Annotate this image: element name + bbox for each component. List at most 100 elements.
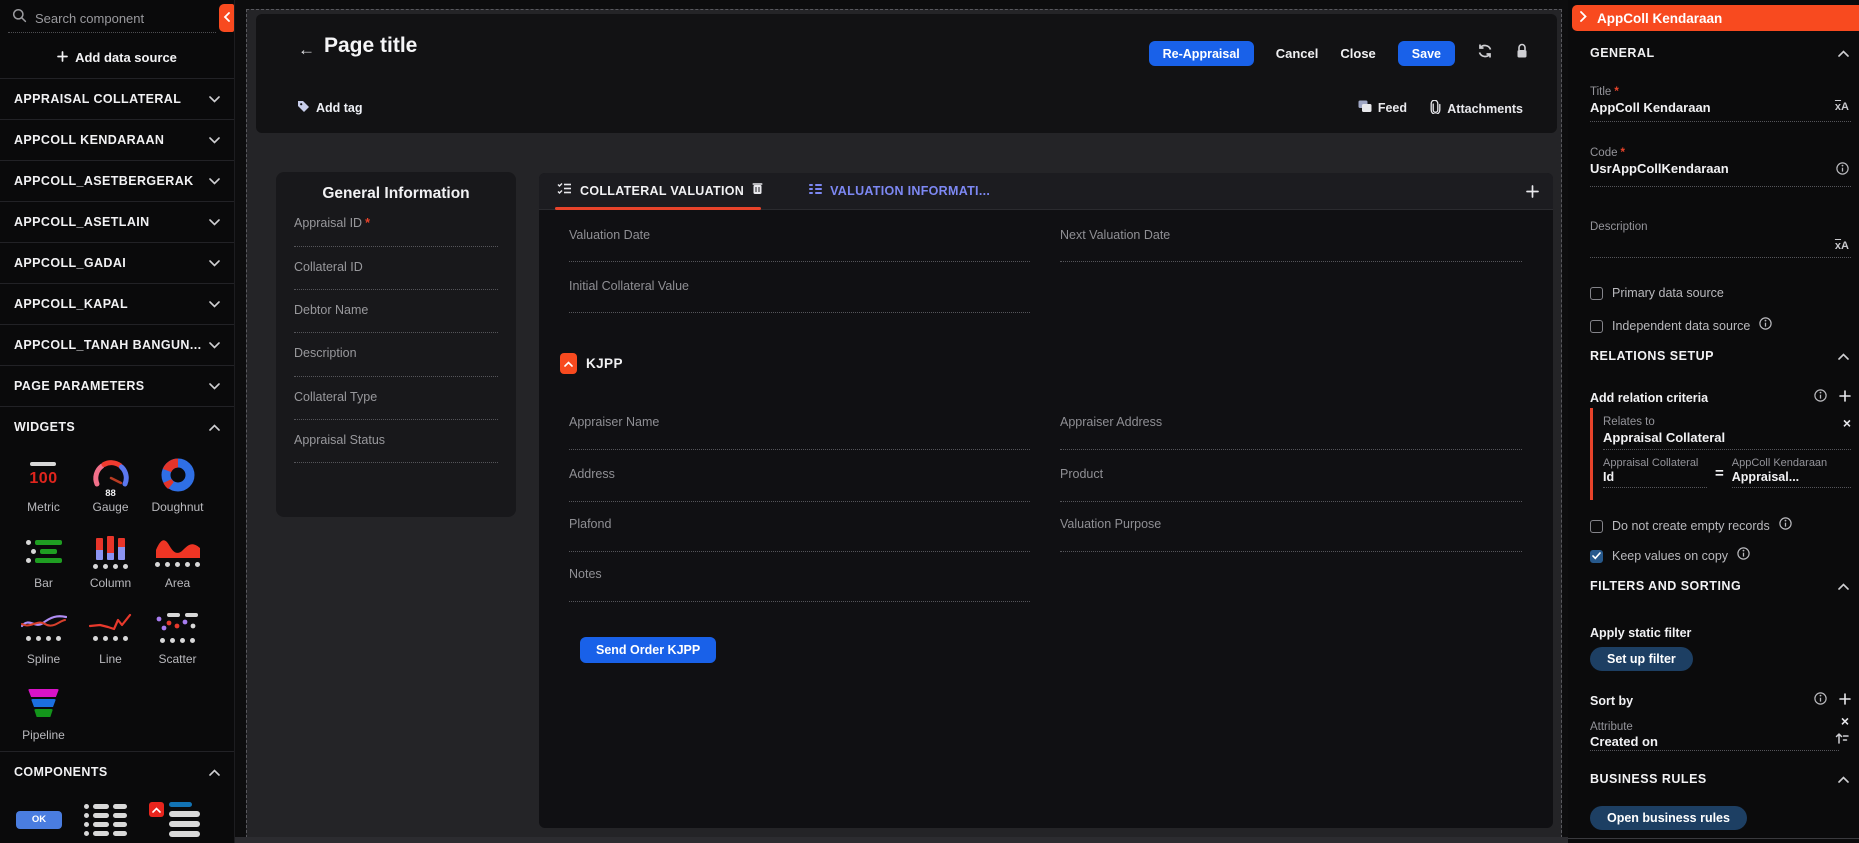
localizable-text-icon[interactable]: xA [1835,240,1849,252]
sidebar-section-appcoll-asetbergerak[interactable]: APPCOLL_ASETBERGERAK [0,160,234,201]
chevron-up-icon [1838,347,1849,365]
add-tag-button[interactable]: Add tag [297,100,363,116]
widget-column[interactable]: Column [77,523,144,599]
sidebar-section-appcoll-kapal[interactable]: APPCOLL_KAPAL [0,283,234,324]
product-field[interactable]: Product [1060,467,1103,481]
title-field-value[interactable]: AppColl Kendaraan [1590,100,1711,115]
info-icon[interactable] [1814,692,1827,710]
tab-valuation-information[interactable]: VALUATION INFORMATI... [809,182,990,200]
refresh-icon[interactable] [1477,43,1493,64]
info-icon[interactable] [1759,317,1772,335]
section-filters-and-sorting[interactable]: FILTERS AND SORTING [1590,577,1849,595]
sidebar-section-appraisal-collateral[interactable]: APPRAISAL COLLATERAL [0,78,234,119]
component-list[interactable] [84,804,127,836]
initial-collateral-value-field[interactable]: Initial Collateral Value [569,279,689,293]
kjpp-expansion-panel-header: KJPP [560,353,623,374]
appraisal-id-field[interactable]: Appraisal ID* [294,216,370,230]
set-up-filter-button[interactable]: Set up filter [1590,647,1693,671]
valuation-purpose-field[interactable]: Valuation Purpose [1060,517,1161,531]
primary-data-source-checkbox[interactable] [1590,287,1603,300]
localizable-text-icon[interactable]: xA [1835,101,1849,113]
save-button[interactable]: Save [1398,41,1455,66]
re-appraisal-button[interactable]: Re-Appraisal [1149,41,1254,66]
relation-right-column[interactable]: AppColl Kendaraan Appraisal... [1732,457,1851,488]
appraiser-name-field[interactable]: Appraiser Name [569,415,659,429]
section-relations-setup[interactable]: RELATIONS SETUP [1590,347,1849,365]
collateral-type-field[interactable]: Collateral Type [294,390,377,404]
gauge-widget-icon: 88 [90,455,132,495]
search-input[interactable]: Search component [35,11,144,26]
close-button[interactable]: Close [1340,46,1375,61]
appraiser-address-field[interactable]: Appraiser Address [1060,415,1162,429]
widget-gauge[interactable]: 88 Gauge [77,447,144,523]
keep-values-on-copy-checkbox[interactable] [1590,550,1603,563]
chevron-up-icon [1838,770,1849,788]
info-icon[interactable] [1737,547,1750,565]
appraisal-status-field[interactable]: Appraisal Status [294,433,385,447]
sort-direction-icon[interactable] [1835,732,1849,750]
add-relation-icon[interactable] [1839,389,1851,407]
sidebar-section-appcoll-gadai[interactable]: APPCOLL_GADAI [0,242,234,283]
add-tab-icon[interactable] [1526,185,1539,203]
back-button[interactable]: ← [298,40,315,60]
code-field-label: Code* [1590,147,1625,159]
widget-pipeline[interactable]: Pipeline [10,675,77,751]
chevron-down-icon [209,213,220,231]
delete-tab-icon[interactable] [752,182,763,200]
info-icon[interactable] [1779,517,1792,535]
relates-to-value[interactable]: Appraisal Collateral [1603,430,1851,445]
open-business-rules-button[interactable]: Open business rules [1590,806,1747,830]
sidebar-section-components[interactable]: COMPONENTS [0,751,234,792]
sidebar-collapse-button[interactable] [219,4,234,32]
entity-panel-header[interactable]: AppColl Kendaraan [1572,5,1859,31]
widget-bar[interactable]: Bar [10,523,77,599]
notes-field[interactable]: Notes [569,567,602,581]
lock-icon[interactable] [1515,43,1529,64]
component-expansion-panel[interactable] [149,802,200,837]
collapse-kjpp-button[interactable] [560,353,577,374]
widget-scatter[interactable]: Scatter [144,599,211,675]
component-search[interactable]: Search component [0,0,234,36]
sidebar-section-widgets[interactable]: WIDGETS [0,406,234,447]
relation-left-column[interactable]: Appraisal Collateral Id [1603,457,1707,488]
description-field[interactable]: Description [294,346,357,360]
code-field-value[interactable]: UsrAppCollKendaraan [1590,161,1729,176]
add-data-source-button[interactable]: Add data source [0,36,234,78]
kjpp-title: KJPP [586,356,623,371]
send-order-kjpp-button[interactable]: Send Order KJPP [580,637,716,663]
collateral-id-field[interactable]: Collateral ID [294,260,363,274]
cancel-button[interactable]: Cancel [1276,46,1319,61]
sort-attribute-value[interactable]: Created on [1590,734,1658,749]
sidebar-section-appcoll-kendaraan[interactable]: APPCOLL KENDARAAN [0,119,234,160]
component-button[interactable]: OK [16,811,62,829]
widget-doughnut[interactable]: Doughnut [144,447,211,523]
tab-collateral-valuation[interactable]: COLLATERAL VALUATION [557,182,763,200]
feed-button[interactable]: Feed [1358,100,1407,116]
section-general[interactable]: GENERAL [1590,44,1849,62]
sidebar-section-appcoll-asetlain[interactable]: APPCOLL_ASETLAIN [0,201,234,242]
independent-data-source-checkbox[interactable] [1590,320,1603,333]
remove-sort-icon[interactable]: × [1841,714,1849,728]
column-widget-icon [93,531,128,571]
info-icon[interactable] [1836,162,1849,180]
widget-line[interactable]: Line [77,599,144,675]
info-icon[interactable] [1814,389,1827,407]
next-valuation-date-field[interactable]: Next Valuation Date [1060,228,1170,242]
valuation-date-field[interactable]: Valuation Date [569,228,650,242]
components-row: OK [0,792,234,837]
sidebar-section-page-parameters[interactable]: PAGE PARAMETERS [0,365,234,406]
debtor-name-field[interactable]: Debtor Name [294,303,368,317]
attachments-button[interactable]: Attachments [1430,100,1523,117]
entity-title: AppColl Kendaraan [1597,11,1722,26]
section-business-rules[interactable]: BUSINESS RULES [1590,770,1849,788]
do-not-create-empty-checkbox[interactable] [1590,520,1603,533]
remove-relation-icon[interactable]: × [1843,416,1851,430]
widget-spline[interactable]: Spline [10,599,77,675]
address-field[interactable]: Address [569,467,615,481]
widget-area[interactable]: Area [144,523,211,599]
doughnut-widget-icon [159,455,197,495]
add-sort-icon[interactable] [1839,692,1851,710]
widget-metric[interactable]: 100 Metric [10,447,77,523]
sidebar-section-appcoll-tanah-bangunan[interactable]: APPCOLL_TANAH BANGUN... [0,324,234,365]
plafond-field[interactable]: Plafond [569,517,611,531]
